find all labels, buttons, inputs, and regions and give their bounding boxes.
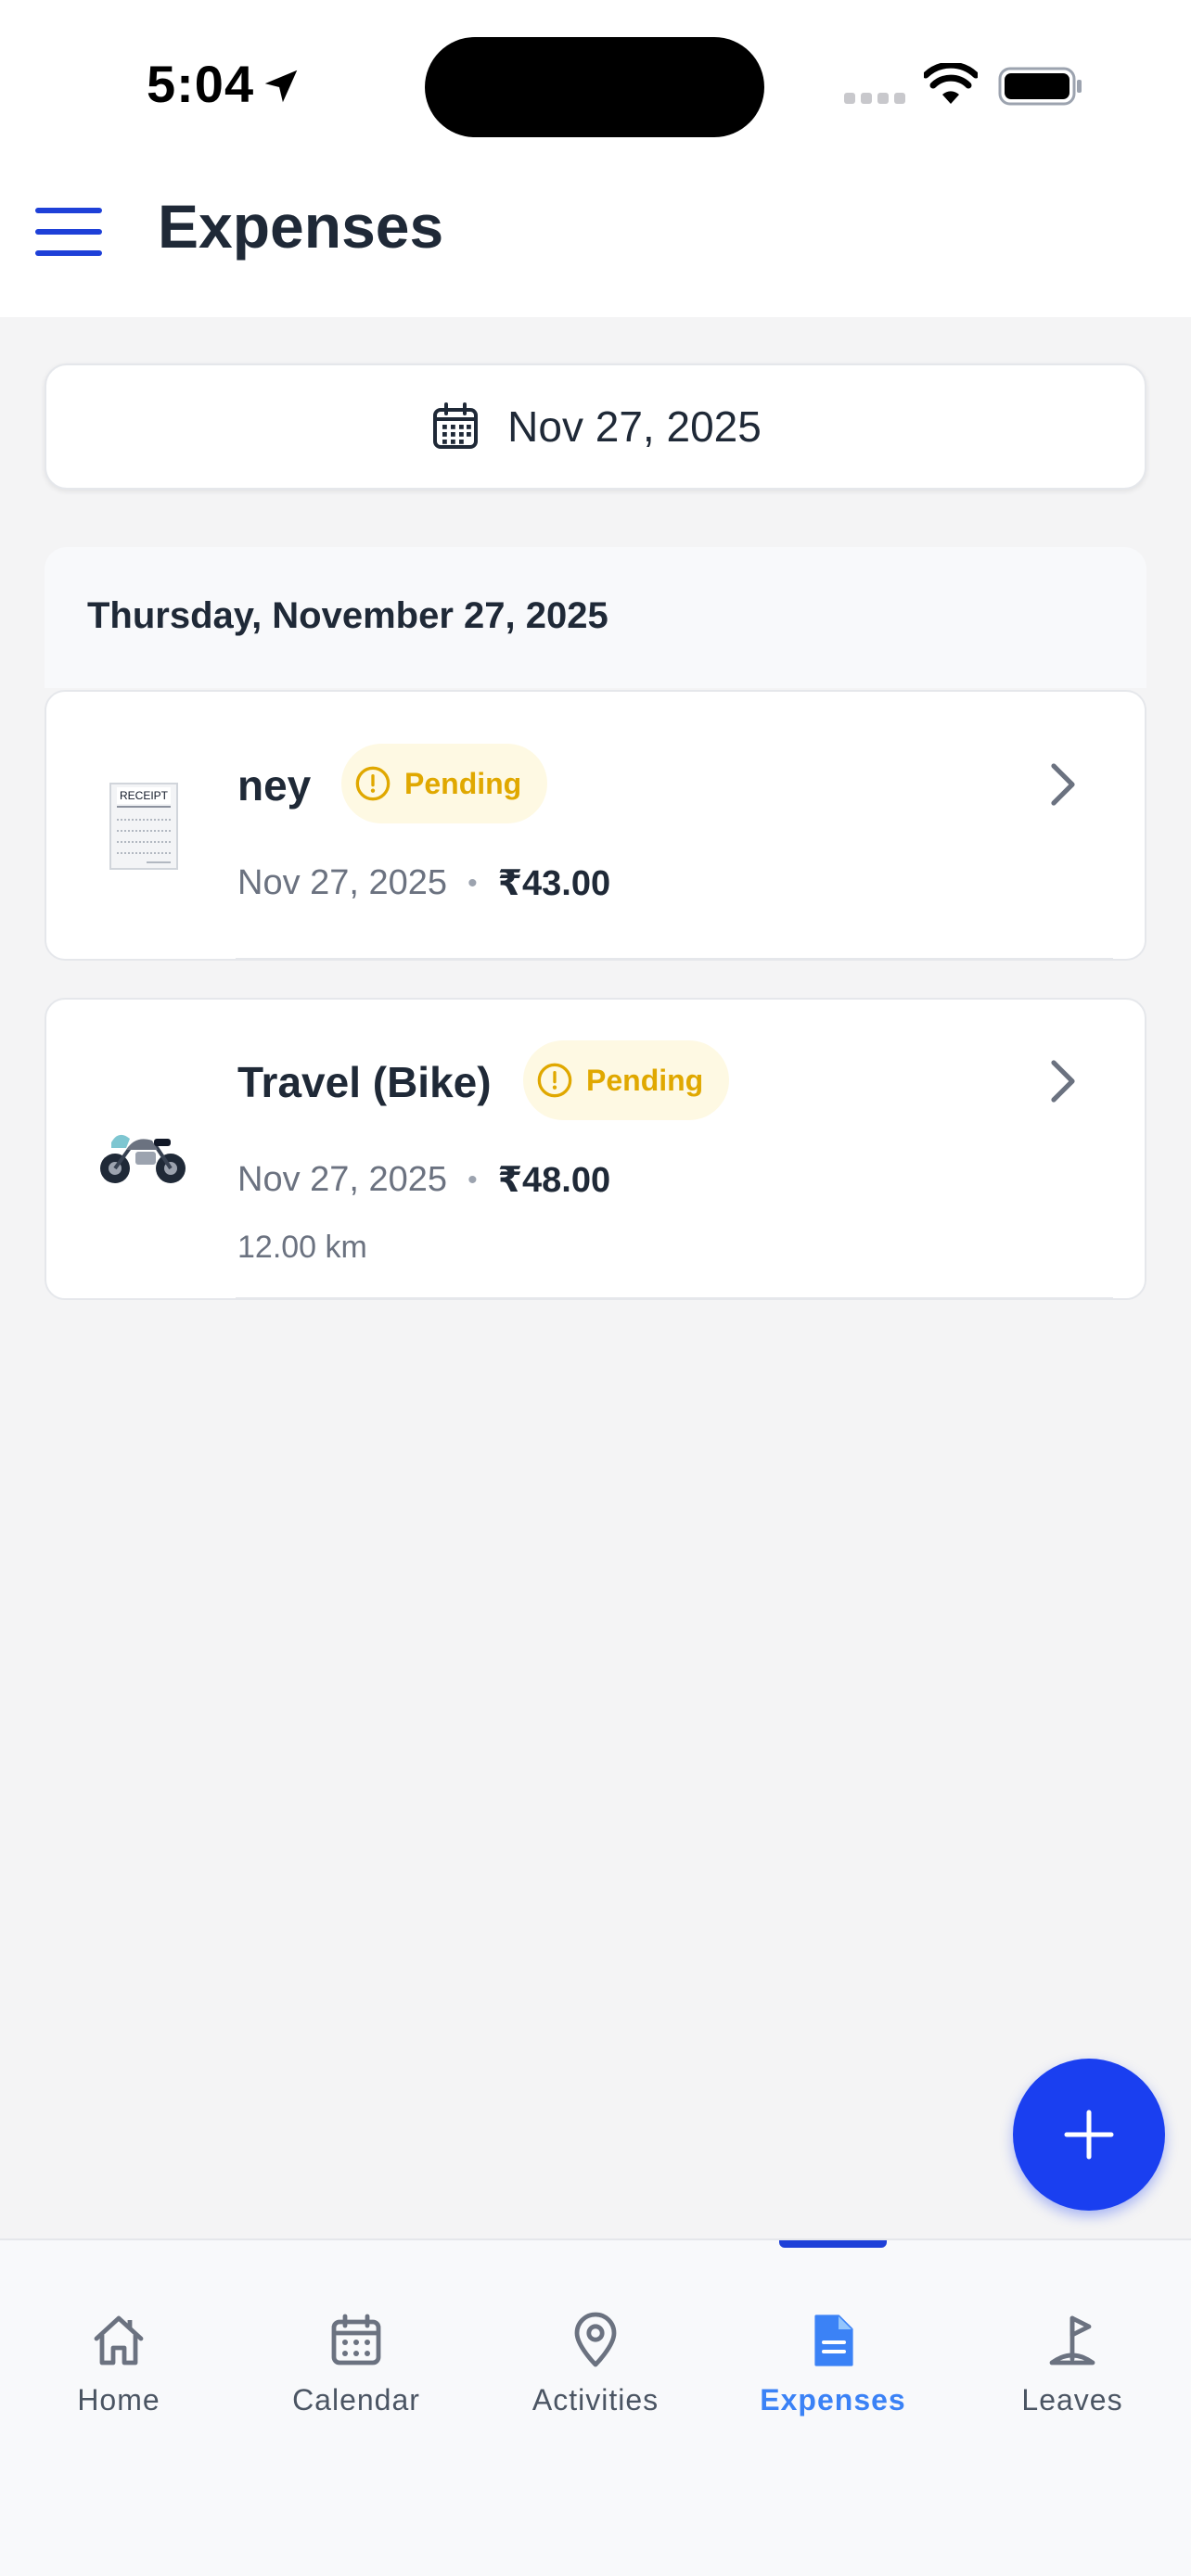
chevron-right-icon — [1051, 1060, 1075, 1103]
nav-label: Calendar — [292, 2383, 420, 2417]
wifi-icon — [924, 63, 978, 104]
nav-label: Leaves — [1021, 2383, 1123, 2417]
status-badge: Pending — [341, 744, 548, 823]
motorbike-icon — [100, 1134, 186, 1183]
home-icon — [94, 2315, 144, 2366]
expense-distance: 12.00 km — [237, 1230, 367, 1265]
alert-circle-icon — [355, 766, 391, 801]
status-text: Pending — [586, 1063, 704, 1097]
receipt-heading: RECEIPT — [120, 789, 169, 802]
dynamic-island — [425, 37, 764, 137]
alert-circle-icon — [537, 1063, 572, 1098]
expense-card[interactable]: Travel (Bike) Pending Nov 27, 2025 • ₹48… — [45, 998, 1146, 1300]
nav-leaves[interactable]: Leaves — [954, 2311, 1191, 2459]
day-group-header: Thursday, November 27, 2025 — [45, 547, 1146, 688]
bottom-navigation: Home Calendar Activities Expenses Leaves — [0, 2238, 1191, 2576]
expense-amount: ₹43.00 — [497, 864, 611, 903]
expense-amount: ₹48.00 — [497, 1161, 611, 1200]
nav-calendar[interactable]: Calendar — [237, 2311, 475, 2459]
active-tab-indicator — [779, 2240, 887, 2248]
status-text: Pending — [404, 766, 522, 800]
app-header: Expenses — [0, 158, 1191, 317]
status-badge: Pending — [523, 1040, 730, 1120]
page-title: Expenses — [158, 192, 444, 261]
status-time: 5:04 — [147, 55, 255, 113]
expense-meta: Nov 27, 2025 • ₹48.00 — [237, 1159, 610, 1201]
add-expense-button[interactable] — [1013, 2059, 1165, 2211]
nav-activities[interactable]: Activities — [477, 2311, 714, 2459]
day-label: Thursday, November 27, 2025 — [87, 595, 608, 636]
status-bar: 5:04 — [0, 0, 1191, 158]
expense-meta: Nov 27, 2025 • ₹43.00 — [237, 862, 610, 904]
date-picker-button[interactable]: Nov 27, 2025 — [45, 363, 1146, 490]
expense-date: Nov 27, 2025 — [237, 863, 448, 902]
calendar-icon — [331, 2314, 381, 2366]
nav-expenses[interactable]: Expenses — [714, 2311, 952, 2459]
chevron-right-icon — [1051, 763, 1075, 806]
expenses-screen: 5:04 Expenses Nov 27, 2025 Thursday, Nov… — [0, 0, 1191, 2576]
divider — [236, 1297, 1113, 1300]
battery-icon — [998, 67, 1082, 106]
receipt-icon: RECEIPT — [109, 783, 178, 870]
expense-card[interactable]: RECEIPT ney Pending Nov 27, 2025 • ₹43.0… — [45, 690, 1146, 961]
divider — [236, 958, 1113, 961]
location-arrow-icon — [264, 70, 298, 103]
map-pin-icon — [574, 2312, 617, 2367]
flag-icon — [1049, 2315, 1095, 2366]
nav-label: Activities — [531, 2383, 660, 2417]
nav-home[interactable]: Home — [0, 2311, 237, 2459]
separator-dot: • — [467, 1164, 478, 1195]
expense-title: ney — [237, 761, 312, 810]
nav-label: Expenses — [760, 2383, 906, 2417]
document-icon — [814, 2315, 853, 2366]
calendar-icon — [433, 402, 479, 449]
expense-date: Nov 27, 2025 — [237, 1160, 448, 1199]
expense-title: Travel (Bike) — [237, 1058, 492, 1106]
separator-dot: • — [467, 867, 478, 899]
hamburger-menu-icon[interactable] — [35, 208, 102, 256]
selected-date: Nov 27, 2025 — [507, 402, 762, 451]
nav-label: Home — [77, 2383, 160, 2417]
plus-icon — [1064, 2110, 1114, 2160]
